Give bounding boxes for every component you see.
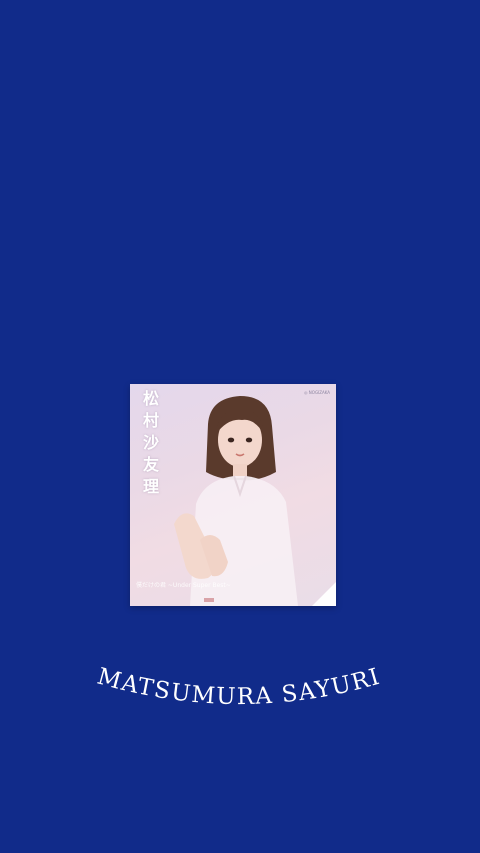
arc-title-graphic: MATSUMURA SAYURI bbox=[94, 664, 383, 711]
group-logo-icon bbox=[312, 582, 336, 606]
vertical-name-text: 松村沙友理 bbox=[140, 390, 159, 500]
brand-mark: ◎ NOGIZAKA bbox=[304, 390, 330, 395]
cover-subtitle: 僕だけの君 ~Under Super Best~ bbox=[136, 582, 231, 589]
svg-text:MATSUMURA SAYURI: MATSUMURA SAYURI bbox=[94, 664, 383, 711]
album-cover-card: 松村沙友理 ◎ NOGIZAKA 僕だけの君 ~Under Super Best… bbox=[130, 384, 336, 606]
arc-title-text: MATSUMURA SAYURI bbox=[94, 664, 382, 711]
